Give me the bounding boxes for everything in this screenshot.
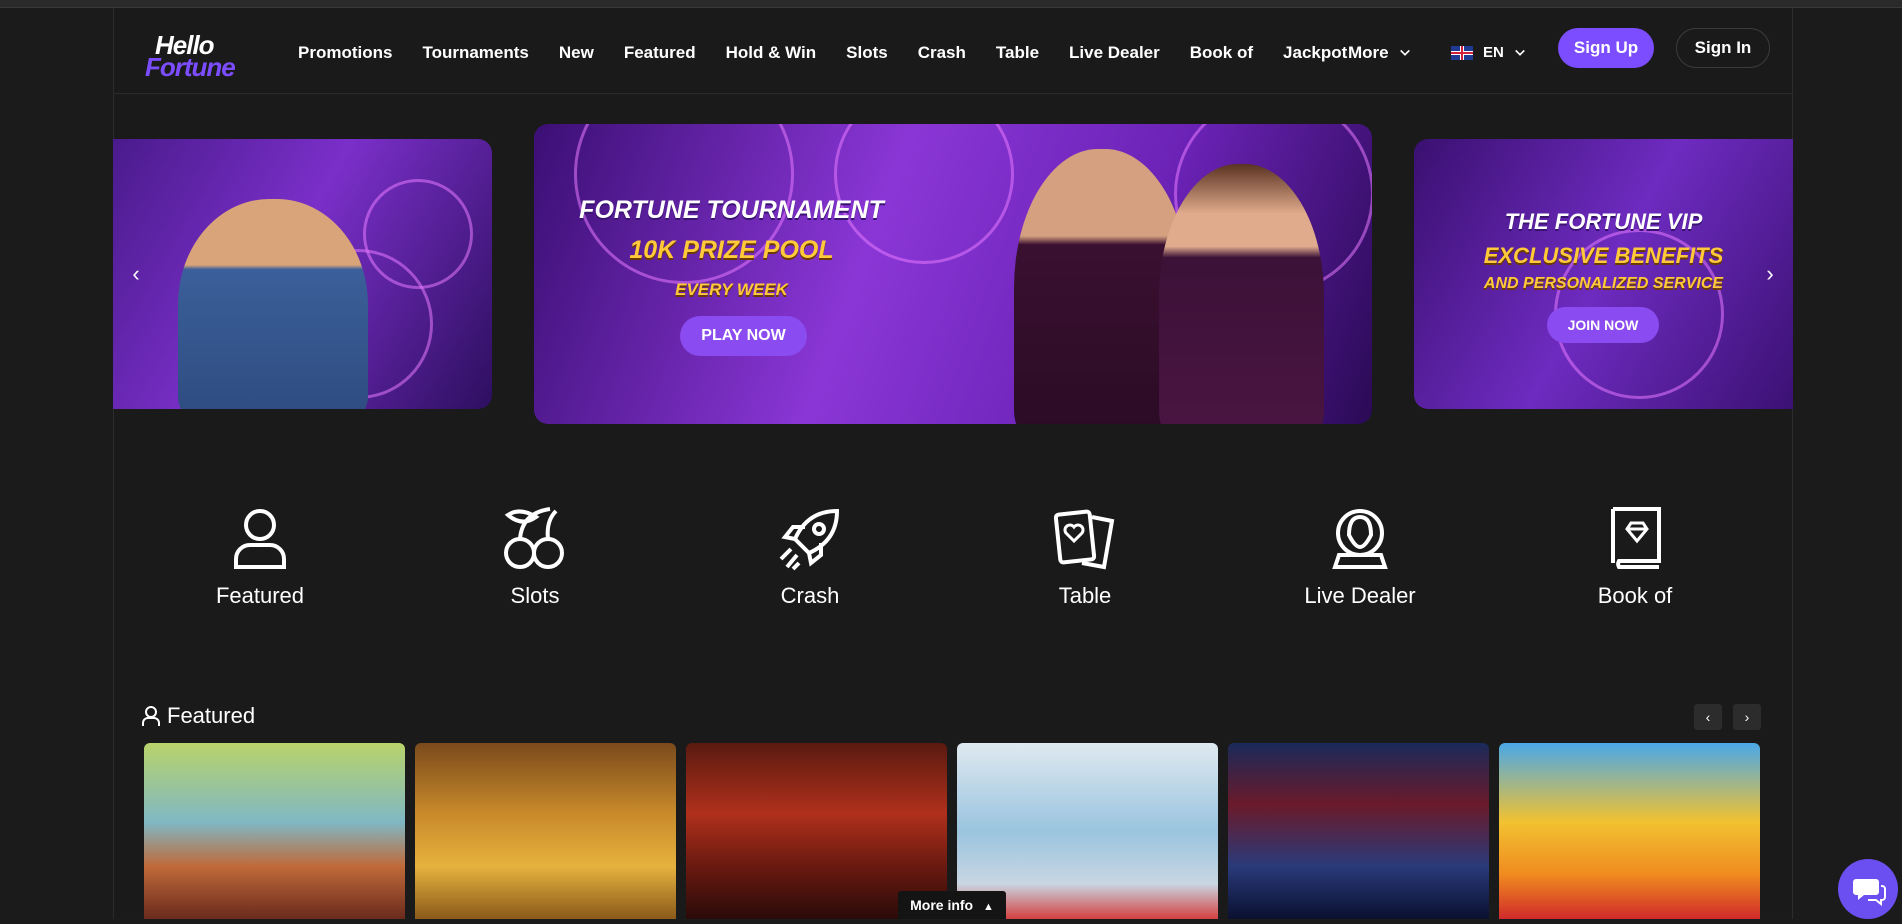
cards-icon [1053,509,1115,570]
join-now-button[interactable]: JOIN NOW [1547,307,1659,343]
category-featured[interactable]: Featured [170,505,350,609]
nav-tournaments[interactable]: Tournaments [422,38,528,68]
user-icon [142,706,160,726]
category-live-dealer[interactable]: Live Dealer [1270,505,1450,609]
promo-person-image [1159,164,1324,424]
category-book-of[interactable]: Book of [1545,505,1725,609]
browser-top-edge [0,0,1902,8]
category-label: Live Dealer [1304,583,1416,608]
sign-in-button[interactable]: Sign In [1676,28,1770,68]
featured-next-button[interactable]: › [1733,704,1761,730]
more-label: More [1348,43,1389,62]
play-now-button[interactable]: PLAY NOW [680,316,807,356]
game-tile[interactable] [1228,743,1489,919]
category-label: Slots [510,583,560,608]
category-label: Table [1058,583,1112,608]
carousel-slide-center[interactable]: FORTUNE TOURNAMENT 10K PRIZE POOL EVERY … [534,124,1372,424]
user-icon [234,509,286,569]
slide-tagline: AND PERSONALIZED SERVICE [1483,275,1724,292]
nav-more-dropdown[interactable]: More [1348,38,1411,68]
chevron-down-icon [1399,49,1410,56]
neon-decoration [363,179,473,289]
promo-person-image [178,199,368,409]
carousel-next-arrow[interactable]: › [1758,262,1782,286]
live-chat-button[interactable] [1838,859,1898,919]
chat-icon [1853,879,1886,907]
category-bar: Featured Slots Crash Table Live Dealer B… [170,505,1720,625]
logo-line2: Fortune [145,52,236,82]
language-selector[interactable]: EN [1451,38,1526,68]
featured-prev-button[interactable]: ‹ [1694,704,1722,730]
rocket-icon [779,508,840,571]
more-info-label: More info [910,897,974,913]
featured-title-text: Featured [167,703,256,728]
book-icon [1611,507,1661,569]
nav-book-of[interactable]: Book of [1190,38,1253,68]
sign-up-button[interactable]: Sign Up [1558,28,1654,68]
site-header: Hello Fortune Promotions Tournaments New… [113,8,1793,94]
nav-table[interactable]: Table [996,38,1039,68]
game-tile[interactable] [1499,743,1760,919]
game-tile[interactable] [144,743,405,919]
slide-headline: THE FORTUNE VIP [1504,209,1703,234]
cherries-icon [504,507,564,569]
slide-headline: FORTUNE TOURNAMENT [579,196,884,224]
category-crash[interactable]: Crash [720,505,900,609]
carousel-slide-left[interactable] [113,139,492,409]
nav-featured[interactable]: Featured [624,38,696,68]
main-nav: Promotions Tournaments New Featured Hold… [298,38,1377,68]
nav-promotions[interactable]: Promotions [298,38,392,68]
more-info-toggle[interactable]: More info ▲ [898,891,1006,919]
nav-crash[interactable]: Crash [918,38,966,68]
category-label: Book of [1597,583,1673,608]
nav-jackpot[interactable]: Jackpot [1283,38,1347,68]
category-slots[interactable]: Slots [445,505,625,609]
slide-tagline: EVERY WEEK [675,280,788,299]
uk-flag-icon [1451,46,1473,60]
carousel-prev-arrow[interactable]: ‹ [124,262,148,286]
slide-subheadline: EXCLUSIVE BENEFITS [1483,243,1724,268]
featured-section-title: Featured [141,703,255,729]
nav-live-dealer[interactable]: Live Dealer [1069,38,1160,68]
lang-label: EN [1483,44,1504,61]
slide-subheadline: 10K PRIZE POOL [629,236,834,264]
game-tile[interactable] [415,743,676,919]
dealer-icon [1332,509,1388,569]
nav-new[interactable]: New [559,38,594,68]
nav-slots[interactable]: Slots [846,38,888,68]
caret-up-icon: ▲ [983,901,994,913]
category-table[interactable]: Table [995,505,1175,609]
nav-hold-and-win[interactable]: Hold & Win [726,38,817,68]
category-label: Featured [215,583,305,608]
chevron-down-icon [1514,49,1525,56]
site-logo[interactable]: Hello Fortune [143,30,243,82]
category-label: Crash [780,583,840,608]
carousel-slide-right[interactable]: THE FORTUNE VIP EXCLUSIVE BENEFITS AND P… [1414,139,1793,409]
